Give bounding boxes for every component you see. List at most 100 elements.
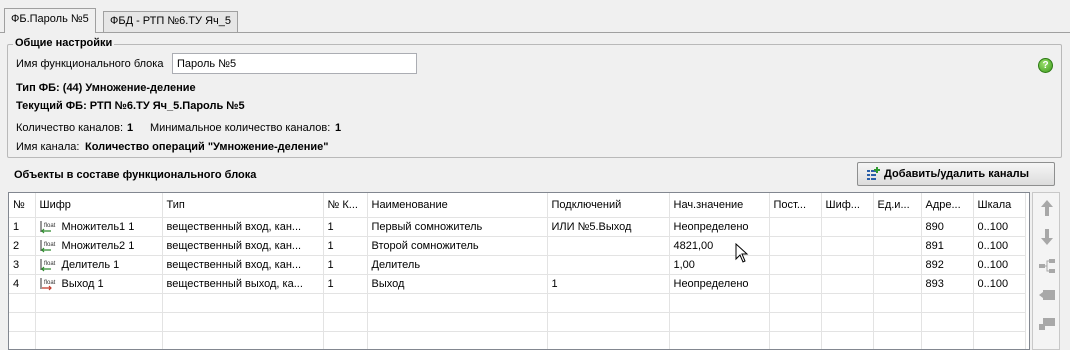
col-unit[interactable]: Ед.и... — [873, 193, 922, 218]
cell-k: 1 — [323, 255, 368, 275]
cell-address: 892 — [921, 255, 974, 275]
cell-k: 1 — [323, 274, 368, 294]
name-input[interactable] — [172, 53, 417, 74]
empty-cell — [162, 312, 324, 332]
empty-cell — [367, 331, 548, 349]
empty-row — [9, 331, 1026, 349]
objects-table[interactable]: № Шифр Тип № К... Наименование Подключен… — [8, 192, 1030, 350]
table-row[interactable]: 3 float Делитель 1 вещественный вход, кан..… — [9, 255, 1026, 275]
arrow-up-icon[interactable] — [1037, 198, 1057, 218]
delete-icon[interactable] — [1037, 314, 1057, 334]
cell-post — [769, 255, 822, 275]
channels-value: 1 — [127, 122, 134, 134]
cell-shif — [821, 255, 874, 275]
arrow-down-icon[interactable] — [1037, 227, 1057, 247]
cell-connections: 1 — [547, 274, 670, 294]
cell-code: float Множитель2 1 — [35, 236, 163, 256]
col-connections[interactable]: Подключений — [547, 193, 670, 218]
tab-fbd[interactable]: ФБД - РТП №6.ТУ Яч_5 — [103, 11, 238, 32]
float-input-icon: float — [40, 239, 56, 252]
channel-name-label: Имя канала: — [16, 141, 80, 153]
cell-name: Первый сомножитель — [367, 217, 548, 237]
cell-post — [769, 217, 822, 237]
empty-cell — [547, 331, 670, 349]
cell-connections — [547, 236, 670, 256]
current-fb: Текущий ФБ: РТП №6.ТУ Яч_5.Пароль №5 — [16, 100, 245, 112]
empty-row — [9, 293, 1026, 313]
col-name[interactable]: Наименование — [367, 193, 548, 218]
float-output-icon: float — [40, 277, 56, 290]
empty-cell — [35, 331, 163, 349]
cell-k: 1 — [323, 236, 368, 256]
empty-cell — [873, 312, 922, 332]
col-k[interactable]: № К... — [323, 193, 368, 218]
col-shif[interactable]: Шиф... — [821, 193, 874, 218]
float-icon-text: float — [44, 280, 56, 286]
empty-row — [9, 312, 1026, 332]
cell-address: 890 — [921, 217, 974, 237]
col-address[interactable]: Адре... — [921, 193, 974, 218]
min-channels-label: Минимальное количество каналов: — [150, 122, 331, 134]
general-settings-title: Общие настройки — [13, 37, 115, 49]
empty-cell — [821, 293, 874, 313]
col-scale[interactable]: Шкала — [973, 193, 1026, 218]
empty-cell — [323, 312, 368, 332]
cell-name: Делитель — [367, 255, 548, 275]
cell-type: вещественный вход, кан... — [162, 255, 324, 275]
code-label: Выход 1 — [61, 277, 104, 290]
float-icon-text: float — [44, 223, 56, 229]
empty-cell — [669, 312, 770, 332]
col-code[interactable]: Шифр — [35, 193, 163, 218]
cell-code: float Делитель 1 — [35, 255, 163, 275]
table-row[interactable]: 2 float Множитель2 1 вещественный вход, кан… — [9, 236, 1026, 256]
cell-type: вещественный вход, кан... — [162, 217, 324, 237]
cell-scale: 0..100 — [973, 236, 1026, 256]
name-label: Имя функционального блока — [16, 58, 164, 70]
float-input-icon: float — [40, 220, 56, 233]
col-type[interactable]: Тип — [162, 193, 324, 218]
empty-cell — [921, 331, 974, 349]
add-remove-channels-label: Добавить/удалить каналы — [884, 168, 1029, 180]
cell-address: 893 — [921, 274, 974, 294]
objects-title: Объекты в составе функционального блока — [14, 169, 257, 181]
cell-number: 1 — [9, 217, 36, 237]
empty-cell — [547, 312, 670, 332]
table-row[interactable]: 4 float Выход 1 вещественный выход, ка... 1 В… — [9, 274, 1026, 294]
col-initial-value[interactable]: Нач.значение — [669, 193, 770, 218]
empty-cell — [821, 312, 874, 332]
cell-address: 891 — [921, 236, 974, 256]
help-icon[interactable]: ? — [1038, 58, 1053, 73]
cell-initial-value: 1,00 — [669, 255, 770, 275]
tab-bar: ФБ.Пароль №5 ФБД - РТП №6.ТУ Яч_5 — [0, 0, 1070, 33]
tab-password[interactable]: ФБ.Пароль №5 — [4, 8, 96, 33]
add-remove-channels-button[interactable]: Добавить/удалить каналы — [857, 162, 1055, 186]
empty-cell — [162, 331, 324, 349]
col-number[interactable]: № — [9, 193, 36, 218]
empty-cell — [9, 293, 36, 313]
cell-number: 2 — [9, 236, 36, 256]
cell-shif — [821, 217, 874, 237]
table-row[interactable]: 1 float Множитель1 1 вещественный вход, кан… — [9, 217, 1026, 237]
cell-connections: ИЛИ №5.Выход — [547, 217, 670, 237]
move-icon[interactable] — [1037, 285, 1057, 305]
channel-name-value: Количество операций "Умножение-деление" — [85, 141, 329, 153]
empty-cell — [547, 293, 670, 313]
cell-number: 4 — [9, 274, 36, 294]
table-header: № Шифр Тип № К... Наименование Подключен… — [9, 193, 1026, 218]
cell-unit — [873, 236, 922, 256]
cell-scale: 0..100 — [973, 217, 1026, 237]
empty-cell — [669, 293, 770, 313]
side-toolbar — [1032, 192, 1060, 350]
empty-cell — [973, 312, 1026, 332]
empty-cell — [769, 293, 822, 313]
cell-type: вещественный вход, кан... — [162, 236, 324, 256]
cell-unit — [873, 255, 922, 275]
empty-cell — [35, 293, 163, 313]
col-post[interactable]: Пост... — [769, 193, 822, 218]
link-icon[interactable] — [1037, 256, 1057, 276]
cell-code: float Множитель1 1 — [35, 217, 163, 237]
float-icon-text: float — [44, 242, 56, 248]
empty-cell — [921, 293, 974, 313]
code-label: Множитель2 1 — [61, 239, 135, 252]
min-channels-value: 1 — [335, 122, 342, 134]
